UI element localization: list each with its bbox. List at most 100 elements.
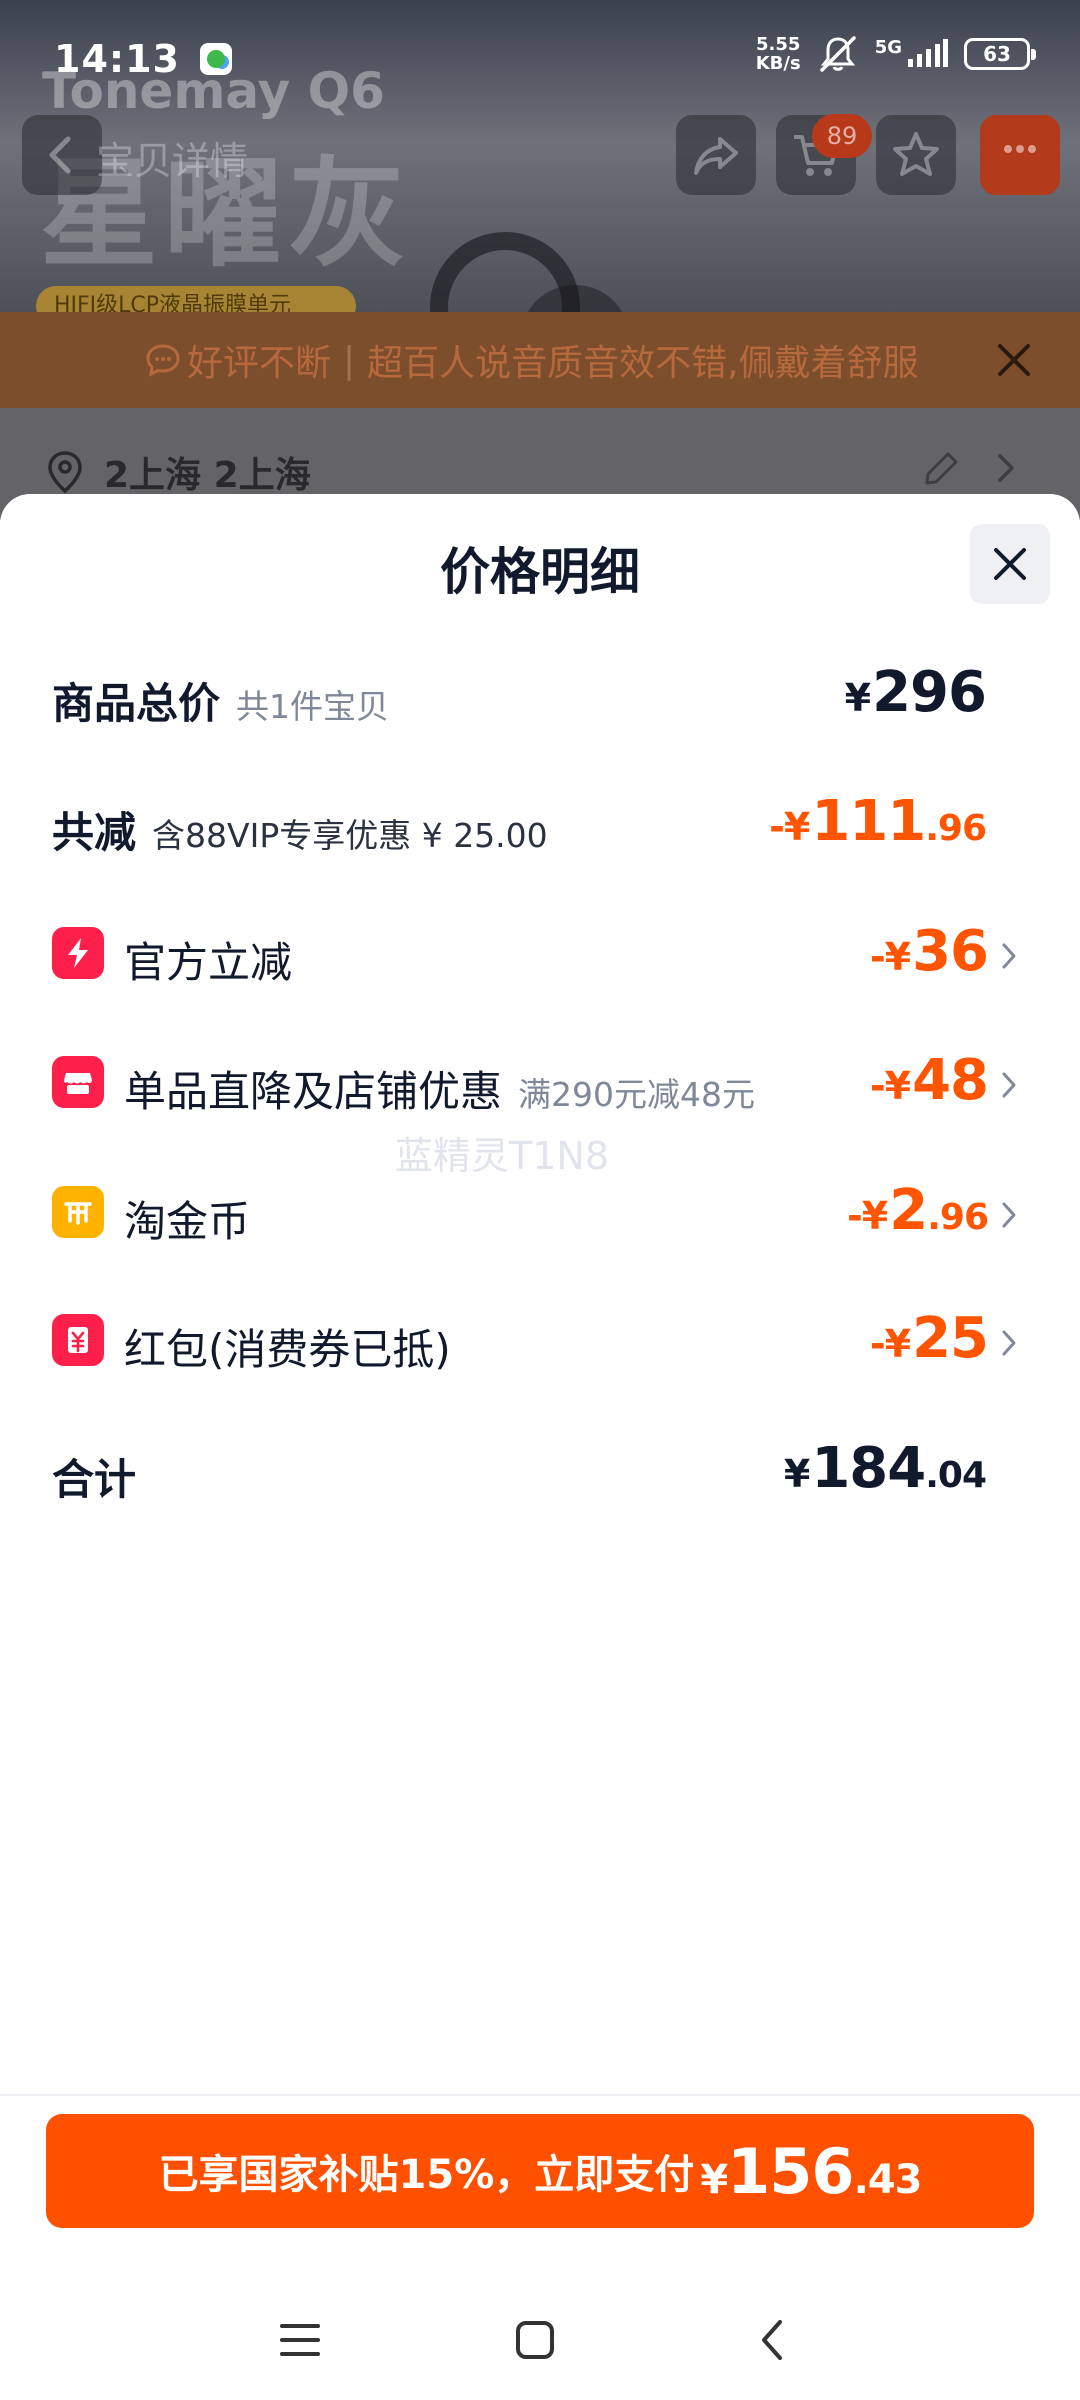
price-row-total-discount: 共减 含88VIP专享优惠 ¥ 25.00 -¥111.96 — [0, 785, 1080, 865]
amount-integer: 296 — [872, 660, 987, 725]
chevron-right-icon — [1002, 1330, 1016, 1356]
status-time: 14:13 — [54, 37, 180, 81]
review-banner-label: 好评不断 — [187, 343, 332, 384]
more-icon — [1004, 145, 1036, 153]
coin-icon — [52, 1186, 104, 1238]
shop-icon — [52, 1056, 104, 1108]
row-label-text: 共减 — [52, 808, 137, 857]
close-button[interactable] — [970, 524, 1050, 604]
home-button[interactable] — [505, 2310, 565, 2370]
price-row-shop-discount[interactable]: 单品直降及店铺优惠 满290元减48元 -¥48 — [0, 1044, 1080, 1124]
pay-amount-currency: ¥ — [700, 2156, 728, 2203]
review-banner: 好评不断 | 超百人说音质音效不错,佩戴着舒服 — [0, 312, 1080, 408]
row-label: 官方立减 — [124, 938, 293, 987]
price-row-grand-total: 合计 ¥184.04 — [0, 1432, 1080, 1512]
network-speed: 5.55 KB/s — [756, 35, 801, 73]
amount-currency: ¥ — [783, 1452, 810, 1496]
comment-icon — [146, 344, 180, 377]
amount-integer: 2 — [889, 1178, 928, 1243]
location-pin-icon — [48, 451, 82, 494]
row-amount: -¥36 — [869, 919, 989, 984]
more-button[interactable] — [980, 115, 1060, 195]
row-sub-text: 满290元减48元 — [518, 1075, 755, 1114]
amount-currency: -¥ — [769, 805, 810, 849]
pay-amount-integer: 156 — [727, 2134, 854, 2208]
notification-app-icon — [199, 43, 232, 75]
price-row-red-packet[interactable]: 红包(消费券已抵) -¥25 — [0, 1302, 1080, 1382]
pay-amount: ¥156.43 — [700, 2134, 923, 2208]
chevron-left-icon — [49, 136, 71, 174]
amount-integer: 25 — [912, 1306, 989, 1371]
amount-currency: ¥ — [844, 676, 871, 720]
share-icon — [694, 137, 738, 175]
watermark: 蓝精灵T1N8 — [395, 1134, 609, 1178]
review-banner-separator: | — [343, 339, 356, 381]
row-label: 商品总价 共1件宝贝 — [52, 670, 389, 731]
system-back-button[interactable] — [742, 2310, 802, 2370]
row-amount: -¥111.96 — [769, 789, 987, 854]
pay-amount-decimal: .43 — [853, 2156, 923, 2203]
row-amount: -¥48 — [869, 1048, 989, 1113]
battery-indicator: 63 — [964, 38, 1036, 70]
chevron-right-icon — [1002, 1072, 1016, 1098]
sheet-title: 价格明细 — [440, 543, 640, 601]
signal-bars-icon — [908, 39, 948, 67]
price-row-official-discount[interactable]: 官方立减 -¥36 — [0, 915, 1080, 995]
cellular-signal: 5G — [875, 39, 948, 69]
row-label-text: 单品直降及店铺优惠 — [124, 1067, 503, 1116]
price-row-total-goods: 商品总价 共1件宝贝 ¥296 — [0, 656, 1080, 736]
status-bar: 14:13 5.55 KB/s 5G 63 — [0, 0, 1080, 92]
amount-currency: -¥ — [869, 935, 911, 979]
row-label: 共减 含88VIP专享优惠 ¥ 25.00 — [52, 799, 548, 860]
chevron-right-icon — [1002, 943, 1016, 969]
share-button[interactable] — [676, 115, 756, 195]
amount-currency: -¥ — [847, 1194, 888, 1238]
amount-integer: 184 — [811, 1436, 926, 1501]
row-label-text: 商品总价 — [52, 679, 221, 728]
mute-bell-icon — [819, 36, 856, 72]
page-title: 宝贝详情 — [96, 139, 249, 183]
row-label: 合计 — [52, 1455, 137, 1504]
network-speed-unit: KB/s — [755, 53, 801, 74]
home-square-icon — [516, 2321, 554, 2359]
review-banner-text: 超百人说音质音效不错,佩戴着舒服 — [367, 343, 919, 384]
amount-integer: 111 — [811, 789, 926, 854]
row-label: 单品直降及店铺优惠 满290元减48元 — [124, 1058, 755, 1119]
amount-decimal: .04 — [925, 1455, 987, 1496]
network-type: 5G — [874, 37, 902, 58]
chevron-right-icon — [998, 454, 1014, 482]
amount-integer: 48 — [912, 1048, 989, 1113]
amount-decimal: .96 — [925, 808, 987, 849]
system-nav-bar — [0, 2280, 1080, 2400]
back-button[interactable] — [22, 115, 102, 195]
row-sub-text: 含88VIP专享优惠 ¥ 25.00 — [152, 816, 548, 855]
network-speed-value: 5.55 — [755, 34, 801, 55]
row-sub-text: 共1件宝贝 — [236, 687, 390, 726]
amount-currency: -¥ — [869, 1064, 911, 1108]
chevron-right-icon — [1002, 1202, 1016, 1228]
pay-now-button[interactable]: 已享国家补贴15%，立即支付 ¥156.43 — [46, 2114, 1034, 2228]
close-icon — [994, 548, 1026, 580]
amount-currency: -¥ — [869, 1322, 911, 1366]
close-icon[interactable] — [992, 338, 1036, 382]
amount-integer: 36 — [912, 919, 989, 984]
pay-button-label: 已享国家补贴15%，立即支付 — [158, 2152, 695, 2198]
red-packet-icon — [52, 1314, 104, 1366]
price-row-taobao-coins[interactable]: 淘金币 -¥2.96 — [0, 1174, 1080, 1254]
lightning-icon — [52, 927, 104, 979]
cart-count-badge: 89 — [812, 114, 872, 158]
recent-apps-button[interactable] — [270, 2310, 330, 2370]
edit-icon[interactable] — [922, 448, 962, 488]
row-amount: -¥25 — [869, 1306, 989, 1371]
chevron-left-icon — [762, 2320, 782, 2360]
row-amount: ¥184.04 — [783, 1436, 987, 1501]
bottom-divider — [0, 2094, 1080, 2096]
row-amount: ¥296 — [844, 660, 987, 725]
amount-decimal: .96 — [927, 1197, 989, 1238]
address-text: 2上海 2上海 — [104, 455, 311, 496]
row-label: 红包(消费券已抵) — [124, 1325, 451, 1374]
favorite-button[interactable] — [876, 115, 956, 195]
menu-icon — [280, 2324, 320, 2356]
star-icon — [893, 132, 939, 176]
row-label: 淘金币 — [124, 1197, 251, 1246]
